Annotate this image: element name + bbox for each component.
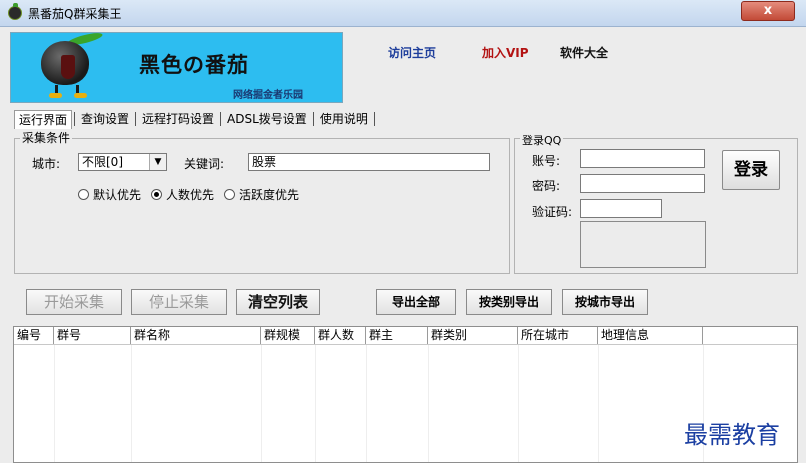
radio-circle-icon[interactable] <box>78 189 89 200</box>
export-all-button[interactable]: 导出全部 <box>376 289 456 315</box>
radio-default-priority[interactable]: 默认优先 <box>78 186 141 203</box>
column-header-filler <box>703 327 797 344</box>
radio-member-priority[interactable]: 人数优先 <box>151 186 214 203</box>
account-input[interactable] <box>580 149 705 168</box>
radio-circle-icon[interactable] <box>224 189 236 200</box>
password-input[interactable] <box>580 174 705 193</box>
window-title: 黑番茄Q群采集王 <box>28 7 122 21</box>
chevron-down-icon[interactable]: ▼ <box>149 154 166 170</box>
tab-query-settings[interactable]: 查询设置 <box>77 110 133 128</box>
login-qq-title: 登录QQ <box>520 132 564 148</box>
column-header-id[interactable]: 编号 <box>14 327 54 344</box>
title-bar: 黑番茄Q群采集王 x <box>0 0 806 27</box>
tab-divider <box>220 112 222 126</box>
tab-help[interactable]: 使用说明 <box>316 110 372 128</box>
tab-divider <box>312 112 314 126</box>
grid-line <box>131 345 132 462</box>
city-label: 城市: <box>32 157 61 171</box>
column-header-geo-info[interactable]: 地理信息 <box>598 327 703 344</box>
watermark-text: 最需教育 <box>684 421 780 449</box>
start-collect-button[interactable]: 开始采集 <box>26 289 122 315</box>
radio-label: 默认优先 <box>93 188 142 202</box>
city-select-value: 不限[0] <box>82 155 123 169</box>
captcha-label: 验证码: <box>532 205 573 219</box>
grid-line <box>366 345 367 462</box>
grid-line <box>518 345 519 462</box>
keyword-label: 关键词: <box>184 157 225 171</box>
tab-adsl[interactable]: ADSL拨号设置 <box>223 110 311 128</box>
grid-line <box>428 345 429 462</box>
radio-label: 活跃度优先 <box>239 188 300 202</box>
grid-line <box>598 345 599 462</box>
column-header-city[interactable]: 所在城市 <box>518 327 598 344</box>
grid-line <box>54 345 55 462</box>
priority-radio-group: 默认优先 人数优先 活跃度优先 <box>78 186 309 203</box>
mascot-shoes-icon <box>49 93 87 98</box>
radio-label: 人数优先 <box>166 188 215 202</box>
tab-divider <box>74 112 76 126</box>
account-label: 账号: <box>532 154 561 168</box>
column-header-category[interactable]: 群类别 <box>428 327 518 344</box>
tomato-app-icon <box>8 3 22 20</box>
password-label: 密码: <box>532 179 561 193</box>
collect-conditions-title: 采集条件 <box>20 129 73 146</box>
column-header-member-count[interactable]: 群人数 <box>315 327 366 344</box>
mascot-mouth-icon <box>61 55 75 79</box>
table-header: 编号 群号 群名称 群规模 群人数 群主 群类别 所在城市 地理信息 <box>14 327 797 345</box>
tab-divider <box>135 112 137 126</box>
banner: 黑色の番茄 网络掘金者乐园 <box>10 30 343 103</box>
brand-subtitle: 网络掘金者乐园 <box>233 90 303 101</box>
city-select[interactable]: 不限[0] ▼ <box>78 153 167 171</box>
grid-line <box>315 345 316 462</box>
brand-title: 黑色の番茄 <box>139 53 249 77</box>
close-button[interactable]: x <box>741 1 795 21</box>
keyword-input[interactable]: 股票 <box>248 153 490 171</box>
column-header-group-size[interactable]: 群规模 <box>261 327 315 344</box>
tab-divider <box>373 112 375 126</box>
export-by-category-button[interactable]: 按类别导出 <box>466 289 552 315</box>
grid-line <box>261 345 262 462</box>
column-header-owner[interactable]: 群主 <box>366 327 428 344</box>
radio-checked-icon[interactable] <box>151 189 163 200</box>
captcha-image <box>580 221 706 268</box>
export-by-city-button[interactable]: 按城市导出 <box>562 289 648 315</box>
vip-link[interactable]: 加入VIP <box>482 44 529 61</box>
home-link[interactable]: 访问主页 <box>388 44 436 61</box>
column-header-group-name[interactable]: 群名称 <box>131 327 261 344</box>
software-link[interactable]: 软件大全 <box>560 44 608 61</box>
results-table[interactable]: 编号 群号 群名称 群规模 群人数 群主 群类别 所在城市 地理信息 <box>13 326 798 463</box>
app-window: 黑番茄Q群采集王 x 黑色の番茄 网络掘金者乐园 访问主页 加入VIP 软件大全… <box>0 0 806 463</box>
login-button[interactable]: 登录 <box>722 150 780 190</box>
stop-collect-button[interactable]: 停止采集 <box>131 289 227 315</box>
column-header-group-number[interactable]: 群号 <box>54 327 131 344</box>
tab-remote-captcha[interactable]: 远程打码设置 <box>138 110 218 128</box>
clear-list-button[interactable]: 清空列表 <box>236 289 320 315</box>
radio-activity-priority[interactable]: 活跃度优先 <box>224 186 299 203</box>
tab-run[interactable]: 运行界面 <box>14 109 73 129</box>
tab-bar: 运行界面 查询设置 远程打码设置 ADSL拨号设置 使用说明 <box>14 109 377 129</box>
captcha-input[interactable] <box>580 199 662 218</box>
